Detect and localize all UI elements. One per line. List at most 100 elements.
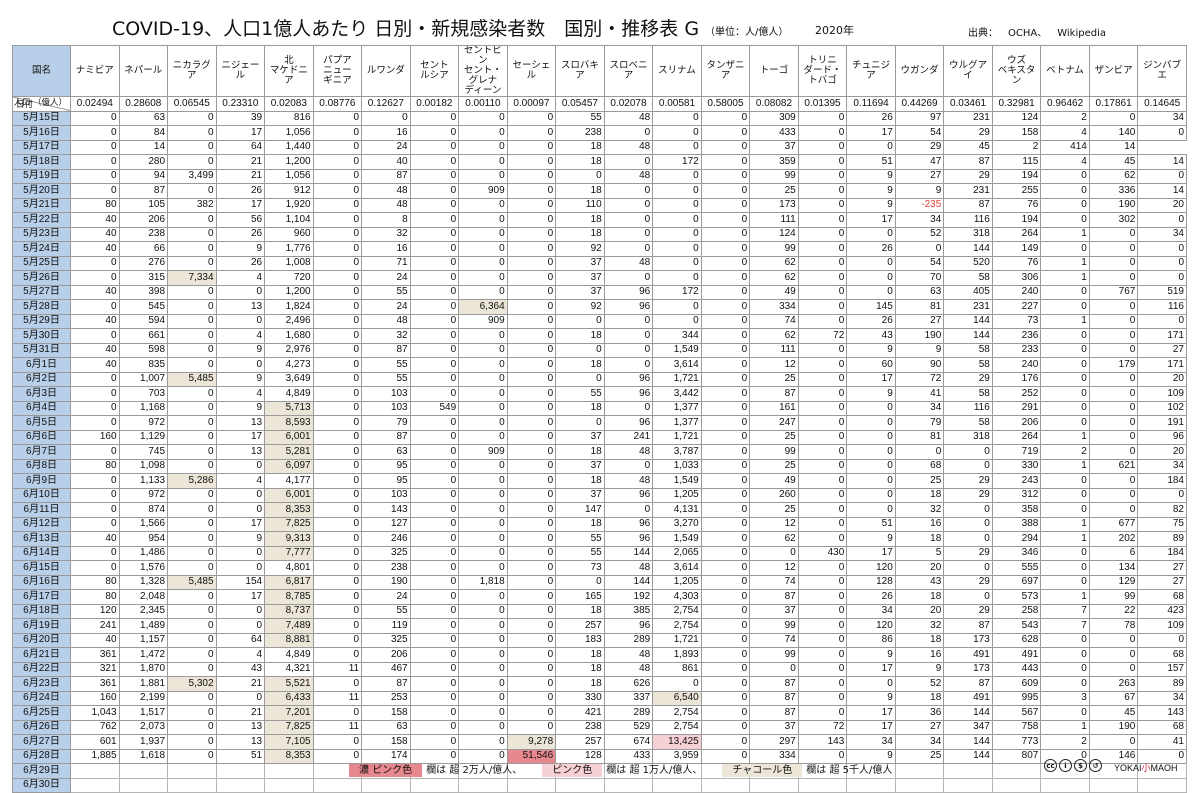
value-cell [943, 763, 993, 779]
value-cell: 62 [749, 255, 799, 271]
country-header-row: 国名 ナミビア ネパール ニカラグア ニジェール北 マケドニア パプア ニュー ギニアル… [11, 45, 1187, 97]
value-cell: 0 [700, 328, 751, 344]
date-cell: 6月22日 [11, 661, 72, 677]
value-cell: 677 [1088, 516, 1139, 532]
value-cell: 0 [797, 183, 848, 199]
by-icon: i [1059, 759, 1072, 772]
value-cell: 0 [70, 473, 120, 489]
value-cell: 58 [943, 270, 993, 286]
value-cell: 140 [1088, 125, 1139, 141]
value-cell: 17 [846, 212, 896, 228]
value-cell: 238 [555, 719, 605, 735]
value-cell: 73 [991, 313, 1042, 329]
value-cell: 0 [167, 284, 217, 300]
value-cell: 17 [215, 125, 266, 141]
value-cell: 0 [312, 139, 363, 155]
value-cell: 0 [1137, 241, 1187, 257]
value-cell: 0 [312, 226, 363, 242]
value-cell: 149 [991, 241, 1042, 257]
value-cell: 252 [991, 386, 1042, 402]
value-cell: 240 [991, 357, 1042, 373]
value-cell: 0 [700, 458, 751, 474]
value-cell: 4 [215, 328, 266, 344]
value-cell: 0 [409, 676, 460, 692]
value-cell: 861 [652, 661, 702, 677]
country-header: チュニジア [846, 45, 896, 97]
value-cell: 0 [700, 603, 751, 619]
value-cell: 29 [943, 473, 993, 489]
value-cell: 0 [167, 661, 217, 677]
value-cell: 0 [700, 516, 751, 532]
value-cell: 306 [991, 270, 1042, 286]
value-cell: 0 [506, 212, 557, 228]
value-cell: 0 [700, 197, 751, 213]
value-cell: 241 [70, 618, 120, 634]
value-cell: 0 [506, 531, 557, 547]
value-cell: 41 [894, 386, 945, 402]
value-cell: 241 [603, 429, 654, 445]
value-cell: 0 [797, 487, 848, 503]
value-cell: 29 [943, 371, 993, 387]
value-cell: 0 [1040, 168, 1090, 184]
value-cell: 0 [797, 313, 848, 329]
value-cell: 29 [943, 603, 993, 619]
value-cell: 25 [749, 183, 799, 199]
value-cell: 34 [1137, 458, 1187, 474]
date-cell: 5月29日 [11, 313, 72, 329]
value-cell: 0 [797, 603, 848, 619]
value-cell: 2,345 [118, 603, 169, 619]
table-row: 6月27日 601 1,937 0 13 7,105 0 158 0 0 9,278 257 674 13… [11, 734, 1187, 750]
value-cell: 0 [506, 125, 557, 141]
value-cell: 0 [70, 415, 120, 431]
value-cell [361, 777, 411, 793]
value-cell: 49 [749, 284, 799, 300]
value-cell: 0 [506, 647, 557, 663]
value-cell: 37 [749, 139, 799, 155]
value-cell: 96 [603, 618, 654, 634]
value-cell: 0 [506, 560, 557, 576]
value-cell: 0 [700, 647, 751, 663]
value-cell: 0 [1040, 357, 1090, 373]
value-cell: 145 [846, 299, 896, 315]
value-cell: 0 [215, 357, 266, 373]
value-cell [846, 777, 896, 793]
value-cell: 6 [1088, 545, 1139, 561]
value-cell: 1 [1040, 458, 1090, 474]
country-header: トーゴ [749, 45, 799, 97]
value-cell: 0 [797, 632, 848, 648]
date-cell: 5月31日 [11, 342, 72, 358]
value-cell: 40 [70, 313, 120, 329]
value-cell: 0 [506, 168, 557, 184]
value-cell: 0 [797, 357, 848, 373]
value-cell: 0 [167, 328, 217, 344]
value-cell: 443 [991, 661, 1042, 677]
value-cell: 1 [1040, 719, 1090, 735]
value-cell: 433 [749, 125, 799, 141]
value-cell: 0 [167, 313, 217, 329]
value-cell: 13 [215, 415, 266, 431]
date-cell: 5月18日 [11, 154, 72, 170]
value-cell: 0 [409, 545, 460, 561]
value-cell: 549 [409, 400, 460, 416]
value-cell: 0 [506, 154, 557, 170]
value-cell: 0 [1088, 632, 1139, 648]
value-cell: 0 [312, 212, 363, 228]
value-cell: 0 [1040, 574, 1090, 590]
value-cell: 0 [458, 632, 508, 648]
value-cell: 0 [506, 502, 557, 518]
value-cell: 34 [846, 603, 896, 619]
value-cell: 816 [264, 110, 314, 126]
value-cell: 40 [70, 342, 120, 358]
value-cell: 96 [603, 386, 654, 402]
value-cell: 1,098 [118, 458, 169, 474]
value-cell: 48 [603, 444, 654, 460]
table-row: 5月31日 40 598 0 9 2,976 0 87 0 0 0 0 0 1,549 0 111 0 9 9 58 2… [11, 342, 1187, 358]
value-cell: 9 [215, 342, 266, 358]
value-cell: 48 [361, 313, 411, 329]
value-cell: 7,334 [167, 270, 217, 286]
date-cell: 6月28日 [11, 748, 72, 764]
value-cell: 0 [894, 241, 945, 257]
value-cell: 48 [603, 661, 654, 677]
population-cell: 0.02494 [70, 96, 120, 112]
value-cell: 92 [555, 241, 605, 257]
